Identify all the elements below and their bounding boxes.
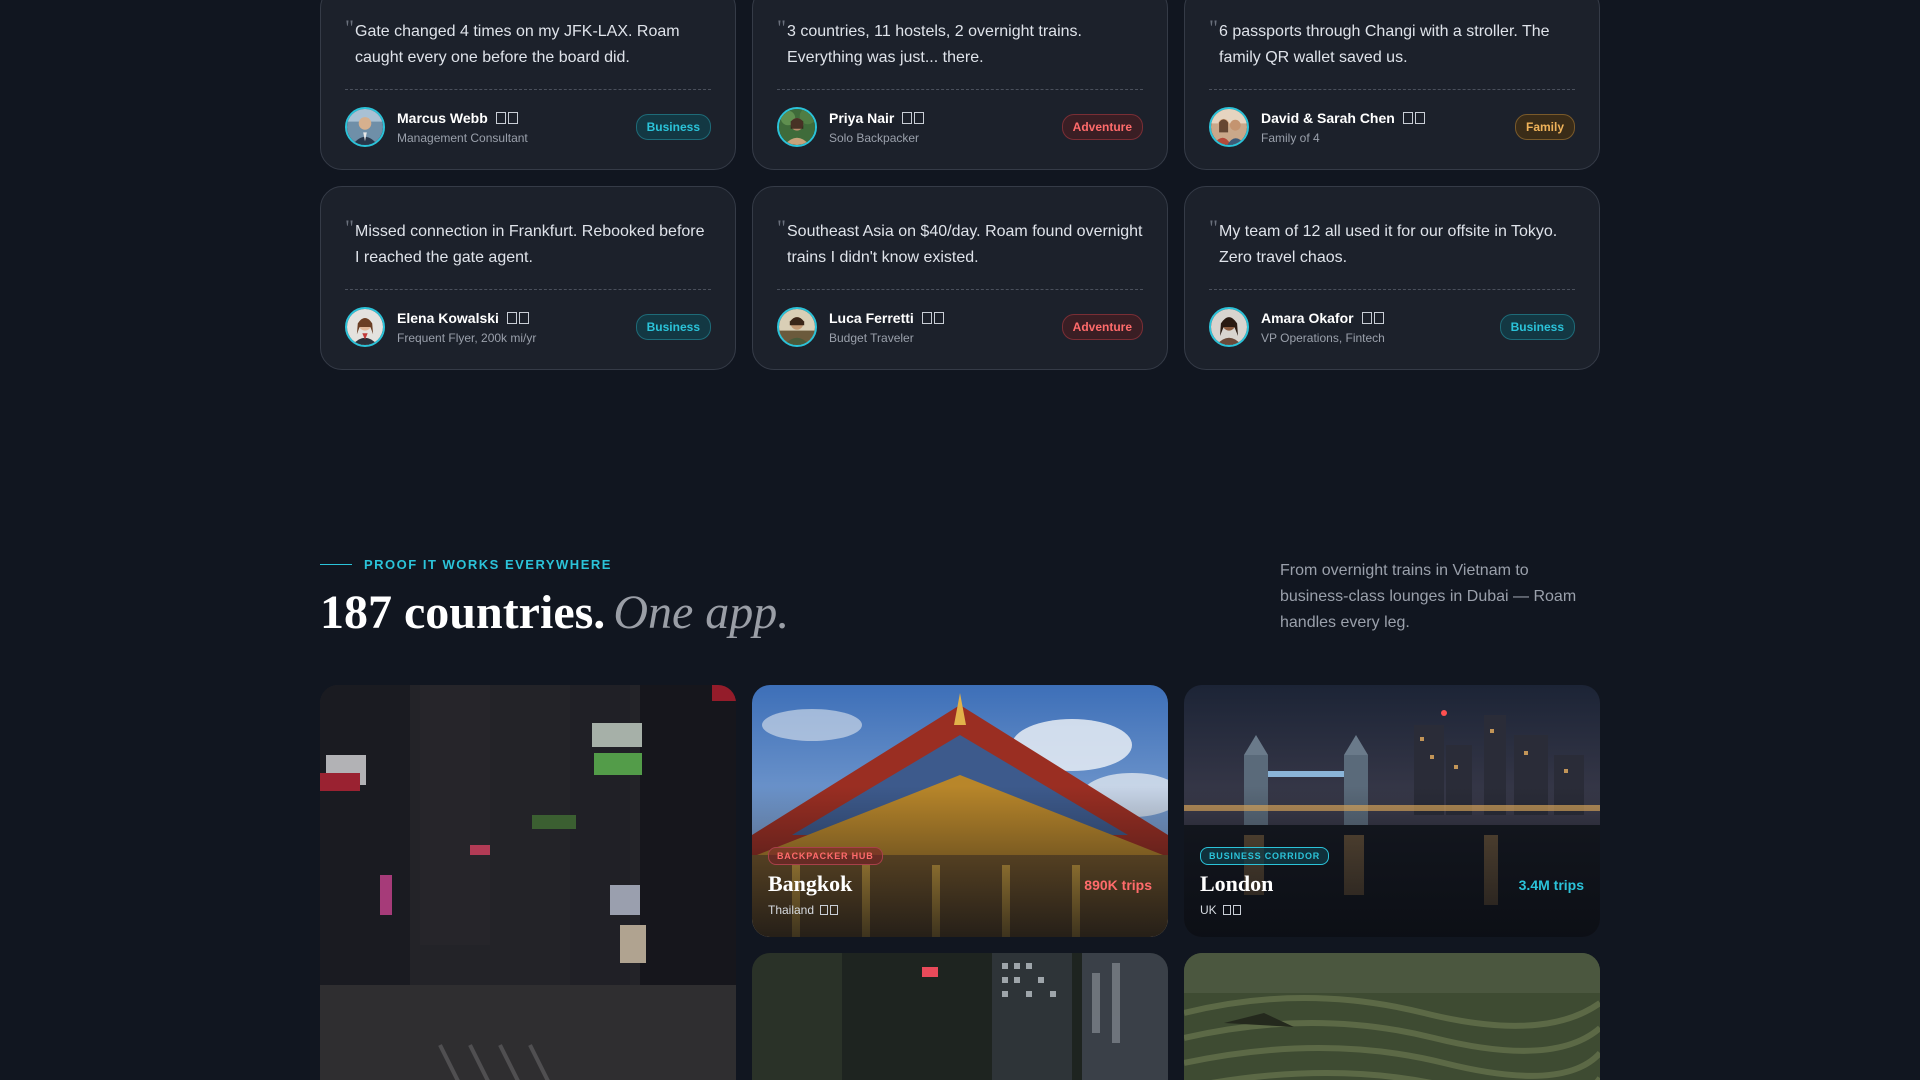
- rice-terrace-image: [1184, 953, 1600, 1080]
- testimonial-quote: 6 passports through Changi with a stroll…: [1219, 23, 1550, 66]
- destination-card-tokyo[interactable]: [320, 685, 736, 1080]
- flag-icon: [1402, 111, 1425, 124]
- divider: [345, 89, 711, 90]
- author-role: Family of 4: [1261, 130, 1320, 145]
- author-name: David & Sarah Chen: [1261, 110, 1515, 126]
- avatar: [1209, 107, 1249, 147]
- destination-card-bangkok[interactable]: BACKPACKER HUB Bangkok 890K trips Thaila…: [752, 685, 1168, 937]
- destination-row: London 3.4M trips: [1200, 871, 1584, 897]
- quote-mark-icon: ": [345, 215, 354, 240]
- destination-trips: 3.4M trips: [1518, 877, 1584, 893]
- eyebrow-line: [320, 564, 352, 565]
- section-description: From overnight trains in Vietnam to busi…: [1280, 562, 1577, 631]
- traveler-type-badge: Family: [1514, 114, 1575, 140]
- testimonial-card: " 3 countries, 11 hostels, 2 overnight t…: [752, 0, 1168, 170]
- testimonial-author: Amara Okafor VP Operations, Fintech Busi…: [1209, 307, 1575, 347]
- avatar: [345, 107, 385, 147]
- destination-country: UK: [1200, 903, 1584, 917]
- testimonial-card: " Southeast Asia on $40/day. Roam found …: [752, 186, 1168, 370]
- destination-city: Bangkok: [768, 871, 853, 896]
- author-name: Elena Kowalski: [397, 310, 636, 326]
- author-name: Marcus Webb: [397, 110, 636, 126]
- author-name: Priya Nair: [829, 110, 1062, 126]
- divider: [1209, 289, 1575, 290]
- flag-icon: [506, 311, 529, 324]
- flag-icon: [820, 905, 839, 915]
- testimonial-author: Marcus Webb Management Consultant Busine…: [345, 107, 711, 147]
- author-meta: Luca Ferretti Budget Traveler: [829, 310, 1062, 345]
- avatar: [1209, 307, 1249, 347]
- section-headline: 187 countries. One app.: [320, 586, 790, 639]
- flag-icon: [495, 111, 518, 124]
- flag-icon: [1361, 311, 1384, 324]
- divider: [777, 289, 1143, 290]
- destination-badge: BACKPACKER HUB: [768, 847, 883, 865]
- flag-icon: [1222, 905, 1241, 915]
- testimonial-author: David & Sarah Chen Family of 4 Family: [1209, 107, 1575, 147]
- testimonial-author: Priya Nair Solo Backpacker Adventure: [777, 107, 1143, 147]
- traveler-type-badge: Business: [635, 114, 711, 140]
- author-meta: Priya Nair Solo Backpacker: [829, 110, 1062, 145]
- testimonial-card: " Gate changed 4 times on my JFK-LAX. Ro…: [320, 0, 736, 170]
- testimonial-quote: Southeast Asia on $40/day. Roam found ov…: [787, 223, 1143, 266]
- testimonial-quote: My team of 12 all used it for our offsit…: [1219, 223, 1558, 266]
- traveler-type-badge: Business: [1499, 314, 1575, 340]
- flag-icon: [902, 111, 925, 124]
- quote-mark-icon: ": [777, 15, 786, 40]
- skyscraper-image: [752, 953, 1168, 1080]
- author-role: Frequent Flyer, 200k mi/yr: [397, 330, 537, 345]
- avatar: [777, 307, 817, 347]
- testimonial-quote: 3 countries, 11 hostels, 2 overnight tra…: [787, 23, 1082, 66]
- destination-city: London: [1200, 871, 1274, 896]
- author-name: Luca Ferretti: [829, 310, 1062, 326]
- testimonial-quote: Missed connection in Frankfurt. Rebooked…: [355, 223, 705, 266]
- divider: [345, 289, 711, 290]
- author-role: VP Operations, Fintech: [1261, 330, 1385, 345]
- author-role: Management Consultant: [397, 130, 528, 145]
- testimonial-card: " My team of 12 all used it for our offs…: [1184, 186, 1600, 370]
- destination-info: BACKPACKER HUB Bangkok 890K trips Thaila…: [768, 846, 1152, 917]
- testimonial-author: Luca Ferretti Budget Traveler Adventure: [777, 307, 1143, 347]
- destination-card-london[interactable]: BUSINESS CORRIDOR London 3.4M trips UK: [1184, 685, 1600, 937]
- quote-mark-icon: ": [1209, 215, 1218, 240]
- avatar: [345, 307, 385, 347]
- quote-mark-icon: ": [345, 15, 354, 40]
- testimonials-grid: " Gate changed 4 times on my JFK-LAX. Ro…: [320, 0, 1600, 370]
- author-role: Solo Backpacker: [829, 130, 920, 145]
- flag-icon: [921, 311, 944, 324]
- traveler-type-badge: Business: [635, 314, 711, 340]
- traveler-type-badge: Adventure: [1061, 114, 1143, 140]
- quote-mark-icon: ": [777, 215, 786, 240]
- city-street-image: [320, 685, 736, 1080]
- author-role: Budget Traveler: [829, 330, 914, 345]
- destination-card-rice-terraces[interactable]: [1184, 953, 1600, 1080]
- page: " Gate changed 4 times on my JFK-LAX. Ro…: [0, 0, 1920, 1080]
- divider: [1209, 89, 1575, 90]
- destination-card-city-towers[interactable]: [752, 953, 1168, 1080]
- testimonial-card: " Missed connection in Frankfurt. Rebook…: [320, 186, 736, 370]
- divider: [777, 89, 1143, 90]
- destination-badge: BUSINESS CORRIDOR: [1200, 847, 1330, 865]
- traveler-type-badge: Adventure: [1061, 314, 1143, 340]
- avatar: [777, 107, 817, 147]
- author-meta: Elena Kowalski Frequent Flyer, 200k mi/y…: [397, 310, 636, 345]
- testimonial-quote: Gate changed 4 times on my JFK-LAX. Roam…: [355, 23, 680, 66]
- section-eyebrow: PROOF IT WORKS EVERYWHERE: [320, 557, 612, 572]
- destination-row: Bangkok 890K trips: [768, 871, 1152, 897]
- testimonial-author: Elena Kowalski Frequent Flyer, 200k mi/y…: [345, 307, 711, 347]
- testimonial-card: " 6 passports through Changi with a stro…: [1184, 0, 1600, 170]
- author-meta: Amara Okafor VP Operations, Fintech: [1261, 310, 1500, 345]
- headline-accent: One app.: [613, 586, 790, 639]
- author-name: Amara Okafor: [1261, 310, 1500, 326]
- author-meta: Marcus Webb Management Consultant: [397, 110, 636, 145]
- destination-trips: 890K trips: [1084, 877, 1152, 893]
- author-meta: David & Sarah Chen Family of 4: [1261, 110, 1515, 145]
- destination-info: BUSINESS CORRIDOR London 3.4M trips UK: [1200, 846, 1584, 917]
- quote-mark-icon: ": [1209, 15, 1218, 40]
- destination-country: Thailand: [768, 903, 1152, 917]
